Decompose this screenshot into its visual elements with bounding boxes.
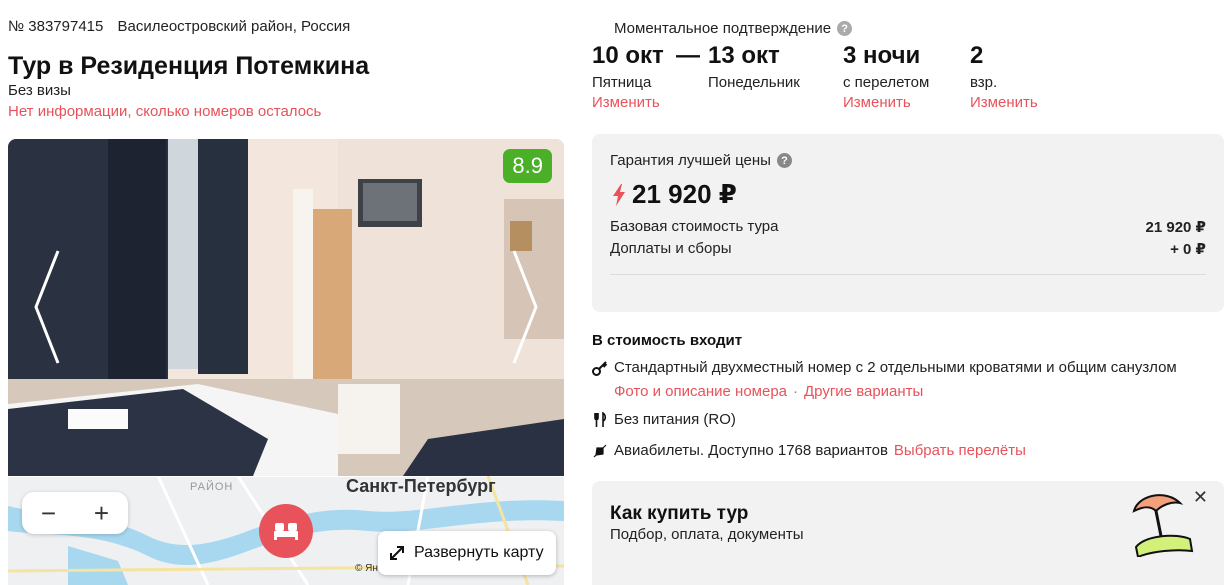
map-district-label: РАЙОН: [190, 481, 234, 493]
link-separator: ·: [793, 383, 798, 400]
tour-id: № 383797415: [8, 18, 104, 35]
visa-info: Без визы: [8, 82, 71, 99]
fees-row: Доплаты и сборы + 0 ₽: [610, 240, 1206, 258]
room-photos-link[interactable]: Фото и описание номера: [614, 383, 787, 400]
base-price-value: 21 920 ₽: [1145, 219, 1206, 236]
beach-umbrella-icon: [1132, 494, 1194, 557]
best-price-guarantee: Гарантия лучшей цены ?: [610, 152, 792, 169]
map-zoom-control: − +: [22, 492, 128, 534]
instant-confirmation: Моментальное подтверждение ?: [614, 20, 853, 37]
nights-flight: с перелетом: [843, 74, 930, 91]
photo-next-button[interactable]: [504, 247, 544, 367]
room-links: Фото и описание номера · Другие варианты: [614, 383, 923, 400]
how-to-buy-subtitle: Подбор, оплата, документы: [610, 526, 804, 543]
how-to-buy-banner[interactable]: Как купить тур Подбор, оплата, документы…: [592, 481, 1224, 585]
page-title: Тур в Резиденция Потемкина: [8, 52, 370, 80]
base-price-row: Базовая стоимость тура 21 920 ₽: [610, 218, 1206, 236]
map-copyright: © Ян: [355, 563, 378, 574]
chevron-right-icon: [512, 250, 538, 364]
map-city-label: Санкт-Петербург: [346, 476, 496, 496]
plane-icon: [593, 444, 607, 457]
expand-map-label: Развернуть карту: [414, 544, 544, 561]
included-flights: Авиабилеты. Доступно 1768 вариантов Выбр…: [592, 442, 1026, 459]
total-price: 21 920 ₽: [612, 179, 737, 210]
cutlery-icon: [594, 411, 607, 427]
fees-value: + 0 ₽: [1170, 241, 1206, 258]
guests-type: взр.: [970, 74, 998, 91]
hotel-location: Василеостровский район, Россия: [117, 18, 351, 35]
lightning-icon: [613, 183, 625, 206]
help-icon[interactable]: ?: [776, 153, 792, 168]
guests-value: 2: [970, 42, 984, 69]
room-description: Стандартный двухместный номер с 2 отдель…: [614, 359, 1177, 376]
key-icon: [592, 360, 608, 376]
date-from-value: 10 окт: [592, 42, 664, 69]
rating-badge: 8.9: [503, 149, 552, 183]
bed-icon: [274, 523, 298, 540]
hotel-map-pin[interactable]: [259, 504, 313, 558]
date-from-weekday: Пятница: [592, 74, 652, 91]
included-title: В стоимость входит: [592, 332, 743, 349]
how-to-buy-title: Как купить тур: [610, 503, 749, 524]
nights: 3 ночи с перелетом Изменить: [843, 42, 930, 112]
expand-map-button[interactable]: Развернуть карту: [378, 531, 556, 575]
zoom-out-button[interactable]: −: [22, 492, 75, 534]
date-to: 13 окт Понедельник: [708, 42, 800, 92]
price-panel: Гарантия лучшей цены ? 21 920 ₽ Базовая …: [592, 134, 1224, 312]
change-nights-link[interactable]: Изменить: [843, 94, 929, 111]
price-divider: [610, 274, 1206, 275]
date-to-value: 13 окт: [708, 42, 780, 69]
best-price-label: Гарантия лучшей цены: [610, 152, 771, 169]
included-meals: Без питания (RO): [592, 411, 736, 428]
hotel-photo[interactable]: 8.9: [8, 139, 564, 476]
room-photo-image: [8, 139, 564, 476]
expand-icon: [390, 546, 404, 560]
zoom-in-button[interactable]: +: [75, 492, 128, 534]
fees-label: Доплаты и сборы: [610, 240, 732, 257]
choose-flights-link[interactable]: Выбрать перелёты: [894, 442, 1026, 459]
photo-prev-button[interactable]: [28, 247, 68, 367]
guests: 2 взр. Изменить: [970, 42, 1038, 112]
date-dash: —: [676, 42, 700, 69]
total-price-value: 21 920 ₽: [632, 179, 737, 209]
hotel-map[interactable]: РАЙОН Санкт-Петербург − + © Ян Развернут…: [8, 476, 564, 585]
change-dates-link[interactable]: Изменить: [592, 94, 664, 111]
base-price-label: Базовая стоимость тура: [610, 218, 779, 235]
included-room: Стандартный двухместный номер с 2 отдель…: [592, 359, 1177, 376]
date-from: 10 окт Пятница Изменить: [592, 42, 664, 112]
room-other-link[interactable]: Другие варианты: [804, 383, 923, 400]
nights-value: 3 ночи: [843, 42, 921, 69]
meals-description: Без питания (RO): [614, 411, 736, 428]
date-to-weekday: Понедельник: [708, 74, 800, 91]
help-icon[interactable]: ?: [837, 21, 853, 36]
change-guests-link[interactable]: Изменить: [970, 94, 1038, 111]
flights-description: Авиабилеты. Доступно 1768 вариантов: [614, 442, 888, 459]
instant-confirmation-label: Моментальное подтверждение: [614, 20, 832, 37]
hotel-meta: № 383797415 Василеостровский район, Росс…: [8, 18, 350, 35]
rooms-availability: Нет информации, сколько номеров осталось: [8, 103, 322, 120]
close-icon[interactable]: ✕: [1193, 487, 1208, 508]
chevron-left-icon: [34, 250, 60, 364]
